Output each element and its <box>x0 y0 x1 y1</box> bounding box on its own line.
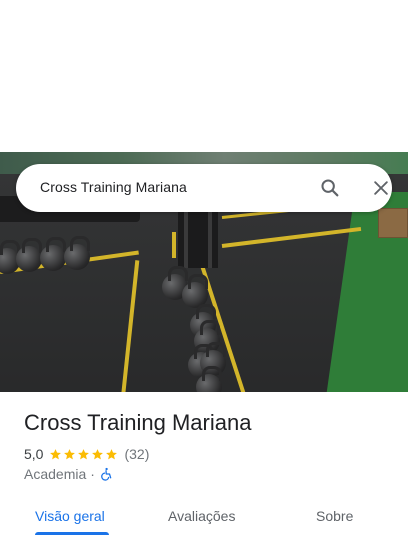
star-icon <box>50 448 62 459</box>
active-tab-indicator <box>35 532 109 535</box>
rating-row[interactable]: 5,0 (32) <box>24 445 149 463</box>
photo-kettlebell <box>196 366 222 392</box>
tab-about[interactable]: Sobre <box>316 496 353 536</box>
photo-kettlebell <box>16 238 42 272</box>
star-icon <box>106 448 118 459</box>
tab-overview[interactable]: Visão geral <box>35 496 105 536</box>
place-title: Cross Training Mariana <box>24 410 252 435</box>
star-icon <box>64 448 76 459</box>
search-box[interactable]: Cross Training Mariana <box>16 164 392 212</box>
search-input[interactable]: Cross Training Mariana <box>40 179 187 195</box>
photo-rack <box>178 208 218 268</box>
search-icon <box>321 179 339 197</box>
place-category[interactable]: Academia <box>24 466 86 482</box>
search-button[interactable] <box>318 176 342 200</box>
photo-kettlebell <box>40 237 66 271</box>
photo-kettlebell <box>64 236 90 270</box>
rating-value: 5,0 <box>24 446 44 462</box>
photo-floor-line <box>172 232 176 258</box>
tab-reviews[interactable]: Avaliações <box>168 496 235 536</box>
place-panel: Cross Training Mariana Cross Training Ma… <box>0 0 408 544</box>
wheelchair-icon <box>101 467 112 481</box>
tab-bar: Visão geral Avaliações Sobre <box>0 496 408 544</box>
review-count[interactable]: (32) <box>124 446 149 462</box>
close-icon <box>374 181 388 195</box>
star-icon <box>92 448 104 459</box>
star-icon <box>78 448 90 459</box>
separator-dot: · <box>90 466 95 482</box>
rating-stars <box>49 448 118 461</box>
category-row: Academia · <box>24 465 113 483</box>
close-button[interactable] <box>369 176 393 200</box>
photo-plyo-box <box>378 208 408 238</box>
